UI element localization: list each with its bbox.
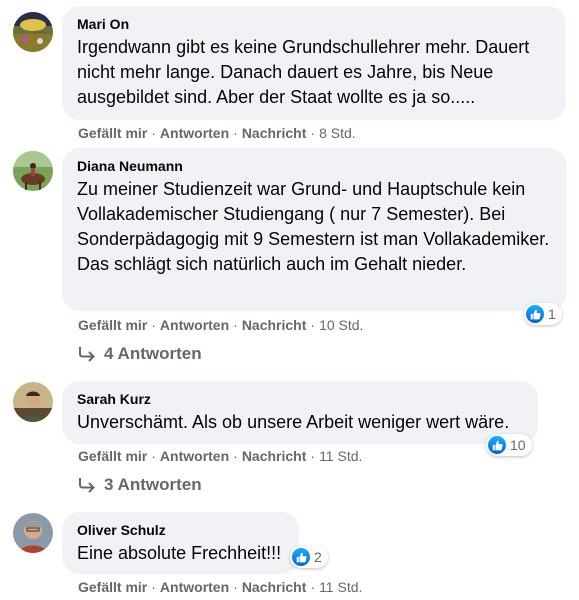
- comment-author[interactable]: Diana Neumann: [77, 157, 552, 175]
- reaction-count[interactable]: 1: [524, 303, 562, 325]
- comment-author[interactable]: Sarah Kurz: [77, 390, 523, 408]
- comment-bubble: Oliver Schulz Eine absolute Frechheit!!!: [62, 512, 299, 574]
- comment-actions: Gefällt mir · Antworten · Nachricht · 11 Std.: [78, 447, 362, 465]
- reply-arrow-icon: [79, 478, 95, 493]
- timestamp[interactable]: 10 Std.: [319, 317, 363, 333]
- like-link[interactable]: Gefällt mir: [78, 448, 147, 464]
- separator: ·: [151, 317, 156, 333]
- separator: ·: [310, 317, 316, 333]
- comment-text: Irgendwann gibt es keine Grundschullehre…: [77, 37, 530, 107]
- avatar[interactable]: [13, 151, 53, 191]
- reply-link[interactable]: Antworten: [160, 448, 229, 464]
- separator: ·: [310, 579, 316, 595]
- comment-author[interactable]: Mari On: [77, 15, 551, 33]
- avatar[interactable]: [13, 513, 53, 553]
- like-link[interactable]: Gefällt mir: [78, 125, 147, 141]
- reply-link[interactable]: Antworten: [160, 579, 229, 595]
- timestamp[interactable]: 8 Std.: [319, 125, 356, 141]
- avatar[interactable]: [13, 382, 53, 422]
- message-link[interactable]: Nachricht: [242, 579, 307, 595]
- separator: ·: [233, 579, 238, 595]
- like-link[interactable]: Gefällt mir: [78, 579, 147, 595]
- comment-text: Eine absolute Frechheit!!!: [77, 543, 282, 563]
- separator: ·: [151, 125, 156, 141]
- view-replies-link[interactable]: 4 Antworten: [78, 344, 202, 364]
- comment-bubble: Mari On Irgendwann gibt es keine Grundsc…: [62, 6, 566, 120]
- thumbs-up-icon: [488, 436, 506, 454]
- reply-link[interactable]: Antworten: [160, 125, 229, 141]
- replies-label: 4 Antworten: [104, 344, 202, 363]
- message-link[interactable]: Nachricht: [242, 317, 307, 333]
- reply-arrow-icon: [79, 347, 95, 362]
- thumbs-up-icon: [292, 548, 310, 566]
- separator: ·: [233, 448, 238, 464]
- reaction-count[interactable]: 10: [486, 434, 532, 456]
- replies-label: 3 Antworten: [104, 475, 202, 494]
- separator: ·: [233, 125, 238, 141]
- separator: ·: [151, 448, 156, 464]
- like-link[interactable]: Gefällt mir: [78, 317, 147, 333]
- message-link[interactable]: Nachricht: [242, 125, 307, 141]
- separator: ·: [310, 448, 316, 464]
- comment-bubble: Diana Neumann Zu meiner Studienzeit war …: [62, 148, 567, 311]
- reply-link[interactable]: Antworten: [160, 317, 229, 333]
- reaction-count[interactable]: 2: [290, 546, 328, 568]
- comment-author[interactable]: Oliver Schulz: [77, 521, 284, 539]
- timestamp[interactable]: 11 Std.: [319, 448, 362, 464]
- thumbs-up-icon: [526, 305, 544, 323]
- comment-bubble: Sarah Kurz Unverschämt. Als ob unsere Ar…: [62, 381, 538, 444]
- view-replies-link[interactable]: 3 Antworten: [78, 475, 202, 495]
- comment-text: Zu meiner Studienzeit war Grund- und Hau…: [77, 179, 550, 274]
- comment-text: Unverschämt. Als ob unsere Arbeit wenige…: [77, 412, 510, 432]
- comment-actions: Gefällt mir · Antworten · Nachricht · 10 Std.: [78, 316, 363, 334]
- reaction-number: 1: [548, 306, 556, 322]
- message-link[interactable]: Nachricht: [242, 448, 307, 464]
- comment-actions: Gefällt mir · Antworten · Nachricht · 8 Std.: [78, 124, 356, 142]
- separator: ·: [151, 579, 156, 595]
- separator: ·: [233, 317, 238, 333]
- comment-actions: Gefällt mir · Antworten · Nachricht · 11 Std.: [78, 578, 362, 596]
- avatar[interactable]: [13, 12, 53, 52]
- timestamp[interactable]: 11 Std.: [319, 579, 362, 595]
- reaction-number: 2: [314, 549, 322, 565]
- reaction-number: 10: [510, 437, 526, 453]
- separator: ·: [310, 125, 316, 141]
